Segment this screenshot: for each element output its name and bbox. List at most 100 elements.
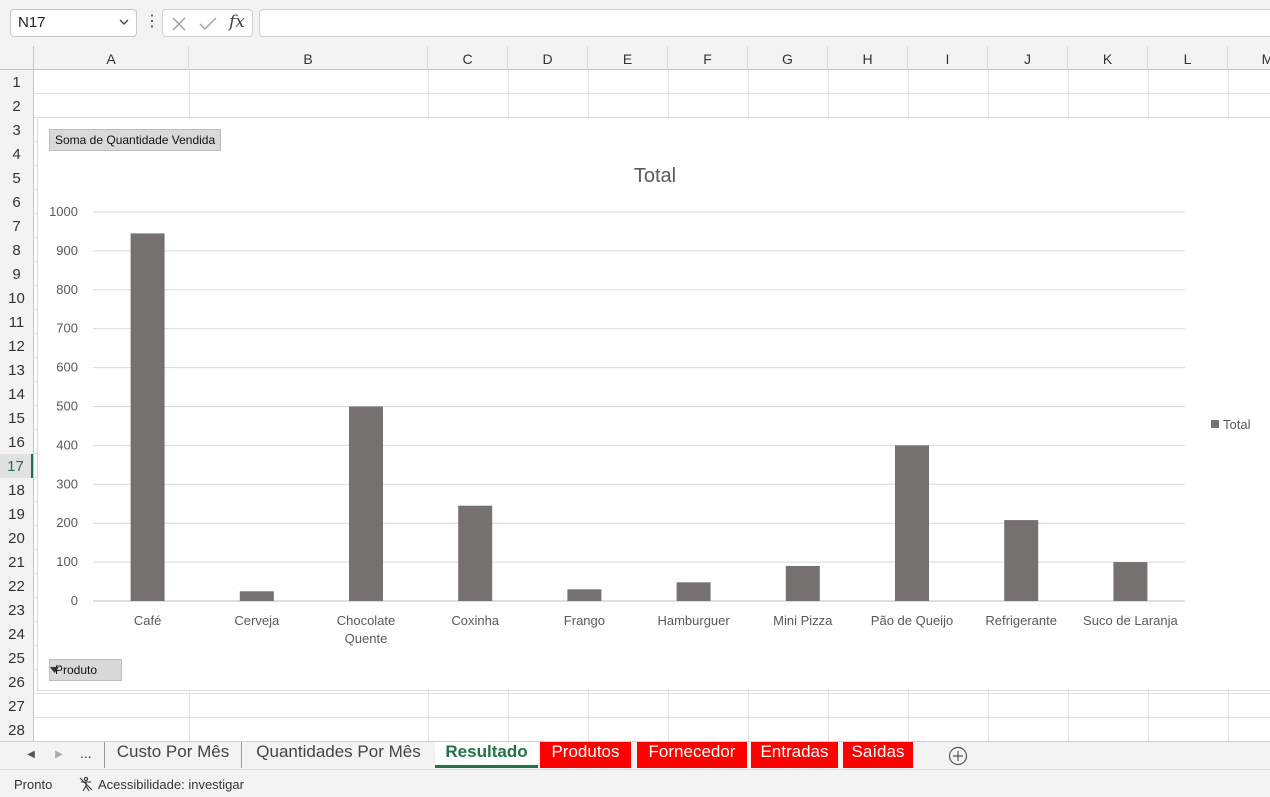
sheet-tab-bar: ◀ ▶ ... Custo Por Mês Quantidades Por Mê…: [0, 741, 1270, 769]
x-tick-label: Frango: [564, 613, 605, 628]
enter-check-icon[interactable]: [199, 16, 217, 32]
bar-p-o-de-queijo: [895, 445, 929, 601]
sheet-tab-entradas[interactable]: Entradas: [751, 742, 838, 768]
chevron-down-icon[interactable]: [118, 16, 130, 28]
legend-label: Total: [1223, 417, 1251, 432]
row-header-22[interactable]: 22: [0, 574, 33, 598]
column-header-d[interactable]: D: [508, 46, 588, 70]
column-header-h[interactable]: H: [828, 46, 908, 70]
row-header-5[interactable]: 5: [0, 166, 33, 190]
bar-chocolate-quente: [349, 406, 383, 601]
row-header-21[interactable]: 21: [0, 550, 33, 574]
bar-hamburguer: [676, 582, 711, 601]
sheet-tab-saidas[interactable]: Saídas: [843, 742, 913, 768]
row-header-28[interactable]: 28: [0, 718, 33, 741]
x-tick-label: Mini Pizza: [773, 613, 833, 628]
formula-controls: fx: [162, 9, 253, 37]
row-header-26[interactable]: 26: [0, 670, 33, 694]
bar-mini-pizza: [785, 565, 820, 601]
row-header-25[interactable]: 25: [0, 646, 33, 670]
row-header-19[interactable]: 19: [0, 502, 33, 526]
more-options-icon[interactable]: ⋮: [144, 12, 160, 32]
row-header-3[interactable]: 3: [0, 118, 33, 142]
cancel-icon[interactable]: [171, 16, 187, 32]
row-header-10[interactable]: 10: [0, 286, 33, 310]
excel-window: N17 ⋮ fx A B C D E F G H I J K L M 12345…: [0, 0, 1270, 797]
sheet-tab-fornecedor[interactable]: Fornecedor: [637, 742, 747, 768]
sheet-tab-produtos[interactable]: Produtos: [540, 742, 631, 768]
row-header-11[interactable]: 11: [0, 310, 33, 334]
row-header-8[interactable]: 8: [0, 238, 33, 262]
column-header-k[interactable]: K: [1068, 46, 1148, 70]
y-tick-label: 300: [56, 476, 78, 491]
sheet-tab-quantidades-por-mes[interactable]: Quantidades Por Mês: [241, 742, 435, 768]
x-tick-label: Quente: [345, 631, 388, 646]
more-sheets-button[interactable]: ...: [80, 745, 92, 761]
add-sheet-icon[interactable]: [948, 746, 968, 766]
y-tick-label: 700: [56, 321, 78, 336]
select-all-corner[interactable]: [0, 46, 34, 70]
sheet-tab-custo-por-mes[interactable]: Custo Por Mês: [104, 742, 241, 768]
row-header-14[interactable]: 14: [0, 382, 33, 406]
x-tick-label: Pão de Queijo: [871, 613, 953, 628]
row-header-12[interactable]: 12: [0, 334, 33, 358]
row-header-17[interactable]: 17: [0, 454, 33, 478]
grid-row-line: [34, 693, 1270, 694]
x-tick-label: Cerveja: [234, 613, 280, 628]
formula-bar: N17 ⋮ fx: [0, 0, 1270, 46]
row-header-24[interactable]: 24: [0, 622, 33, 646]
row-header-13[interactable]: 13: [0, 358, 33, 382]
bar-caf-: [130, 233, 165, 601]
row-header-4[interactable]: 4: [0, 142, 33, 166]
formula-input[interactable]: [259, 9, 1270, 37]
column-header-f[interactable]: F: [668, 46, 748, 70]
y-tick-label: 900: [56, 243, 78, 258]
y-tick-label: 100: [56, 554, 78, 569]
row-header-15[interactable]: 15: [0, 406, 33, 430]
column-header-m[interactable]: M: [1228, 46, 1270, 70]
y-tick-label: 800: [56, 282, 78, 297]
row-header-23[interactable]: 23: [0, 598, 33, 622]
column-headers: A B C D E F G H I J K L M: [0, 46, 1270, 70]
column-header-e[interactable]: E: [588, 46, 668, 70]
column-header-c[interactable]: C: [428, 46, 508, 70]
chart-plot: 0 100 200 300 400 500 600 700 800 900 1000 Café Cerv…: [49, 204, 1185, 646]
pivot-chart[interactable]: Soma de Quantidade Vendida Total 0 100 200…: [37, 117, 1270, 691]
scroll-tabs-left-icon[interactable]: ◀: [25, 748, 37, 762]
row-header-1[interactable]: 1: [0, 70, 33, 94]
status-ready: Pronto: [14, 777, 53, 792]
x-tick-label: Coxinha: [451, 613, 499, 628]
filter-dropdown-icon[interactable]: [50, 667, 59, 673]
column-header-j[interactable]: J: [988, 46, 1068, 70]
row-header-7[interactable]: 7: [0, 214, 33, 238]
scroll-tabs-right-icon[interactable]: ▶: [53, 748, 65, 762]
accessibility-icon: [79, 776, 93, 792]
row-header-2[interactable]: 2: [0, 94, 33, 118]
column-header-l[interactable]: L: [1148, 46, 1228, 70]
y-tick-label: 0: [71, 593, 78, 608]
column-header-b[interactable]: B: [189, 46, 428, 70]
axis-field-label: Produto: [55, 663, 98, 677]
row-header-6[interactable]: 6: [0, 190, 33, 214]
name-box[interactable]: N17: [10, 9, 137, 37]
row-header-20[interactable]: 20: [0, 526, 33, 550]
legend-swatch: [1211, 420, 1219, 428]
row-header-9[interactable]: 9: [0, 262, 33, 286]
insert-function-button[interactable]: fx: [229, 12, 245, 32]
column-header-i[interactable]: I: [908, 46, 988, 70]
grid-row-line: [34, 93, 1270, 94]
axis-field-button[interactable]: Produto: [49, 659, 123, 681]
column-header-a[interactable]: A: [34, 46, 189, 70]
x-tick-label: Refrigerante: [985, 613, 1057, 628]
row-header-27[interactable]: 27: [0, 694, 33, 718]
y-tick-label: 1000: [49, 204, 78, 219]
row-header-18[interactable]: 18: [0, 478, 33, 502]
accessibility-status[interactable]: Acessibilidade: investigar: [78, 776, 244, 792]
sheet-tab-resultado[interactable]: Resultado: [435, 742, 538, 768]
row-headers: 1 2 3 4 5 6 7 8 9 10 11 12 13 14 15 16 17 18 19 20 21 22 23 24 2…: [0, 70, 34, 741]
column-header-g[interactable]: G: [748, 46, 828, 70]
y-tick-label: 500: [56, 399, 78, 414]
row-header-16[interactable]: 16: [0, 430, 33, 454]
y-tick-label: 400: [56, 437, 78, 452]
bar-cerveja: [239, 591, 274, 601]
